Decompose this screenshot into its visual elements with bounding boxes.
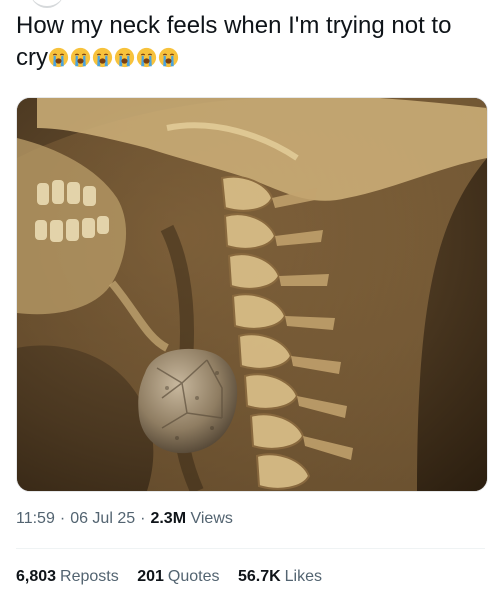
reposts-count: 6,803: [16, 568, 57, 585]
views-label: Views: [190, 510, 233, 527]
likes-label: Likes: [284, 568, 323, 585]
likes-count: 56.7K: [237, 568, 281, 585]
views-count: 2.3M: [150, 510, 187, 527]
loudly-crying-face-emoji: [48, 47, 69, 68]
tweet-media-image[interactable]: [16, 97, 488, 492]
divider: [16, 548, 485, 549]
quotes-label: Quotes: [167, 568, 220, 585]
xray-neck-with-rock-image: [17, 98, 487, 491]
reposts-label: Reposts: [60, 568, 119, 585]
reposts-stat[interactable]: 6,803 Reposts: [16, 568, 119, 586]
loudly-crying-face-emoji: [158, 47, 179, 68]
likes-stat[interactable]: 56.7K Likes: [238, 568, 322, 586]
tweet-text: How my neck feels when I'm trying not to…: [16, 10, 486, 74]
tweet-metadata: 11:59 · 06 Jul 25 · 2.3M Views: [16, 510, 233, 528]
loudly-crying-face-emoji: [70, 47, 91, 68]
loudly-crying-face-emoji: [92, 47, 113, 68]
avatar-edge: [30, 0, 64, 8]
tweet-time[interactable]: 11:59: [16, 510, 55, 527]
engagement-stats: 6,803 Reposts 201 Quotes 56.7K Likes: [16, 568, 336, 586]
separator-dot: ·: [140, 510, 146, 527]
separator-dot: ·: [59, 510, 66, 527]
tweet-date[interactable]: 06 Jul 25: [70, 510, 135, 527]
loudly-crying-face-emoji: [136, 47, 157, 68]
quotes-count: 201: [137, 568, 164, 585]
quotes-stat[interactable]: 201 Quotes: [137, 568, 219, 586]
emoji-row: [48, 44, 180, 71]
loudly-crying-face-emoji: [114, 47, 135, 68]
